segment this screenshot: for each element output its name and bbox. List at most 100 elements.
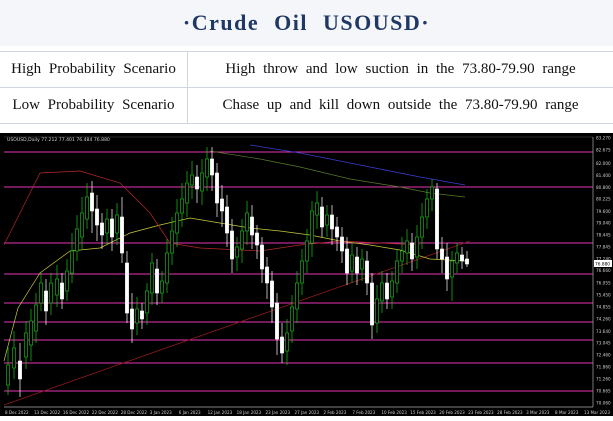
candle-body xyxy=(100,223,103,235)
candle-body xyxy=(455,253,458,263)
table-row: Low Probability Scenario Chase up and ki… xyxy=(0,88,613,124)
scenario-label: Low Probability Scenario xyxy=(0,88,188,124)
date-tick-label: 18 Jan 2023 xyxy=(237,410,262,415)
candle-body xyxy=(155,269,158,293)
candle-body xyxy=(245,213,248,231)
date-tick-label: 7 Feb 2023 xyxy=(352,410,375,415)
date-tick-label: 28 Feb 2023 xyxy=(497,410,523,415)
price-tick-label: 70.060 xyxy=(596,401,611,406)
scenario-text: Chase up and kill down outside the 73.80… xyxy=(188,88,613,124)
candle-body xyxy=(115,215,118,233)
candle-body xyxy=(55,279,58,295)
candle-body xyxy=(280,337,283,353)
price-tick-label: 75.450 xyxy=(596,292,611,297)
candle-body xyxy=(310,211,313,243)
candle-body xyxy=(240,231,243,249)
candle-body xyxy=(85,197,88,219)
candle-body xyxy=(170,231,173,253)
candle-body xyxy=(34,305,37,331)
date-tick-label: 22 Dec 2022 xyxy=(92,410,119,415)
candle-body xyxy=(370,283,373,325)
candle-body xyxy=(465,259,468,264)
candle-body xyxy=(225,207,228,233)
date-tick-label: 2 Feb 2023 xyxy=(323,410,346,415)
candle-body xyxy=(270,281,273,307)
date-tick-label: 15 Feb 2023 xyxy=(410,410,436,415)
candle-body xyxy=(415,237,418,257)
scenario-text: High throw and low suction in the 73.80-… xyxy=(188,52,613,88)
candle-body xyxy=(330,215,333,229)
price-tick-label: 76.660 xyxy=(596,268,611,273)
candle-body xyxy=(230,231,233,259)
candle-body xyxy=(18,361,21,379)
date-tick-label: 28 Dec 2022 xyxy=(121,410,148,415)
candle-body xyxy=(390,281,393,297)
candle-body xyxy=(325,215,328,225)
candle-body xyxy=(320,207,323,227)
candle-body xyxy=(145,291,148,313)
date-tick-label: 13 Dec 2022 xyxy=(34,410,61,415)
date-tick-label: 20 Feb 2023 xyxy=(439,410,465,415)
date-tick-label: 3 Mar 2023 xyxy=(526,410,550,415)
date-tick-label: 23 Feb 2023 xyxy=(468,410,494,415)
candle-body xyxy=(375,299,378,323)
candle-body xyxy=(385,283,388,299)
candle-body xyxy=(345,249,348,273)
candle-body xyxy=(190,175,193,185)
candle-body xyxy=(355,257,358,273)
price-tick-label: 81.400 xyxy=(596,173,611,178)
candle-body xyxy=(400,251,403,261)
candle-body xyxy=(305,241,308,261)
price-tick-label: 76.055 xyxy=(596,280,611,285)
candle-body xyxy=(95,209,98,225)
candle-body xyxy=(12,348,15,368)
candle-body xyxy=(110,219,113,237)
candle-body xyxy=(205,159,208,177)
price-tick-label: 83.270 xyxy=(596,136,611,141)
candle-body xyxy=(105,219,108,233)
date-tick-label: 23 Jan 2023 xyxy=(266,410,291,415)
date-tick-label: 3 Jan 2023 xyxy=(150,410,172,415)
candle-body xyxy=(210,159,213,175)
candle-body xyxy=(165,253,168,283)
candle-body xyxy=(130,309,133,329)
candle-body xyxy=(49,283,52,303)
candle-body xyxy=(195,177,198,189)
candle-body xyxy=(160,281,163,293)
date-tick-label: 8 Dec 2022 xyxy=(5,410,29,415)
price-tick-label: 71.860 xyxy=(596,364,611,369)
candle-body xyxy=(255,233,258,245)
price-tick-label: 80.800 xyxy=(596,185,611,190)
price-tick-label: 70.665 xyxy=(596,388,611,393)
date-tick-label: 16 Dec 2022 xyxy=(63,410,90,415)
candle-body xyxy=(180,199,183,213)
price-chart-canvas: USOUSD,Daily 77.212 77.401 76.484 76.880… xyxy=(0,133,613,416)
date-tick-label: 10 Feb 2023 xyxy=(381,410,407,415)
price-tick-label: 80.225 xyxy=(596,197,611,202)
candle-body xyxy=(185,183,188,203)
price-tick-label: 77.845 xyxy=(596,244,611,249)
candle-body xyxy=(295,283,298,309)
candle-body xyxy=(450,261,453,277)
price-tick-label: 71.260 xyxy=(596,377,611,382)
date-tick-label: 13 Mar 2023 xyxy=(584,410,610,415)
candle-body xyxy=(60,283,63,299)
candle-body xyxy=(65,271,68,291)
candle-body xyxy=(335,227,338,237)
date-tick-label: 12 Jan 2023 xyxy=(208,410,233,415)
candle-body xyxy=(405,241,408,253)
candle-body xyxy=(430,187,433,199)
candle-body xyxy=(6,365,9,385)
candle-body xyxy=(410,243,413,259)
candle-body xyxy=(200,173,203,191)
price-chart[interactable]: USOUSD,Daily 77.212 77.401 76.484 76.880… xyxy=(0,133,613,416)
candle-body xyxy=(29,321,32,345)
candle-body xyxy=(445,257,448,279)
price-tick-label: 78.445 xyxy=(596,232,611,237)
candle-body xyxy=(70,251,73,273)
price-tick-label: 79.600 xyxy=(596,209,611,214)
candle-body xyxy=(250,217,253,235)
candle-body xyxy=(340,237,343,251)
candle-body xyxy=(44,291,47,311)
candle-body xyxy=(215,173,218,203)
